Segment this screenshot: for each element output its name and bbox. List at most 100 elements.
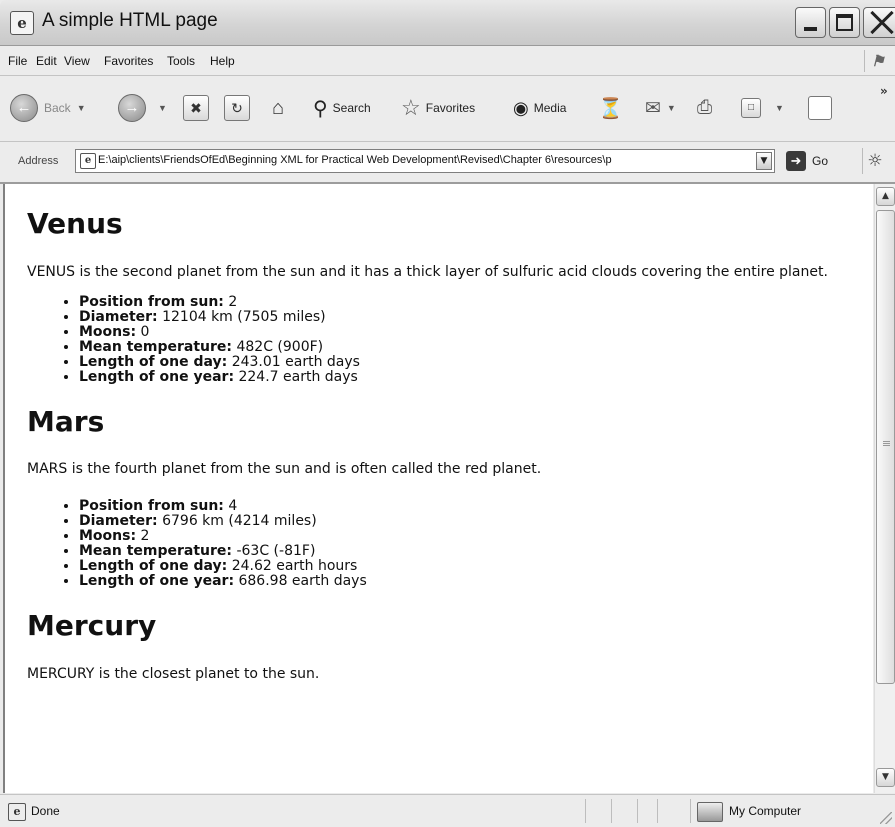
menu-view[interactable]: View bbox=[64, 54, 90, 68]
status-divider bbox=[611, 799, 612, 823]
facts-list-mars: Position from sun: 4 Diameter: 6796 km (… bbox=[27, 499, 867, 589]
description-venus: VENUS is the second planet from the sun … bbox=[27, 264, 828, 280]
home-icon: ⌂ bbox=[271, 97, 285, 119]
scroll-up-icon[interactable]: ▲ bbox=[876, 187, 895, 206]
menu-bar: File Edit View Favorites Tools Help ⚑ bbox=[0, 46, 895, 76]
list-item: Mean temperature: -63C (-81F) bbox=[79, 544, 867, 559]
toolbar: ← Back ▼ → ▼ ✖ ↻ ⌂ ⚲ Search ☆ Favorites … bbox=[0, 76, 895, 142]
stop-icon: ✖ bbox=[183, 95, 209, 121]
discuss-button[interactable] bbox=[808, 92, 832, 124]
title-bar: e A simple HTML page bbox=[0, 0, 895, 46]
refresh-button[interactable]: ↻ bbox=[224, 92, 250, 124]
heading-mercury: Mercury bbox=[27, 609, 157, 642]
fact-value: 0 bbox=[136, 324, 150, 340]
fact-value: 12104 km (7505 miles) bbox=[157, 309, 326, 325]
fact-label: Moons: bbox=[79, 528, 137, 544]
media-button[interactable]: ◉ Media bbox=[513, 92, 566, 124]
status-bar: e Done My Computer bbox=[0, 794, 895, 827]
edit-button[interactable]: □ ▼ bbox=[741, 92, 784, 124]
toolbar-overflow-icon[interactable]: » bbox=[880, 84, 888, 98]
home-button[interactable]: ⌂ bbox=[266, 92, 290, 124]
list-item: Diameter: 12104 km (7505 miles) bbox=[79, 310, 867, 325]
forward-arrow-icon: → bbox=[118, 94, 146, 122]
print-button[interactable]: ⎙ bbox=[697, 92, 712, 124]
go-arrow-icon: ➜ bbox=[786, 151, 806, 171]
list-item: Moons: 0 bbox=[79, 325, 867, 340]
forward-button[interactable]: → ▼ bbox=[118, 92, 167, 124]
list-item: Mean temperature: 482C (900F) bbox=[79, 340, 867, 355]
mail-button[interactable]: ✉ ▼ bbox=[645, 92, 676, 124]
history-button[interactable]: ⏳ bbox=[598, 92, 623, 124]
scrollbar-thumb[interactable] bbox=[876, 210, 895, 684]
fact-label: Mean temperature: bbox=[79, 339, 233, 355]
window-title: A simple HTML page bbox=[42, 10, 218, 31]
links-icon[interactable]: ☼ bbox=[862, 148, 887, 174]
edit-dropdown-icon[interactable]: ▼ bbox=[775, 103, 784, 113]
description-mars: MARS is the fourth planet from the sun a… bbox=[27, 461, 542, 477]
search-icon: ⚲ bbox=[313, 97, 328, 120]
fact-value: 2 bbox=[136, 528, 150, 544]
back-label: Back bbox=[44, 101, 71, 115]
heading-venus: Venus bbox=[27, 207, 123, 240]
ie-icon: e bbox=[10, 11, 34, 35]
address-input[interactable]: e E:\aip\clients\FriendsOfEd\Beginning X… bbox=[75, 149, 775, 173]
mail-dropdown-icon[interactable]: ▼ bbox=[667, 103, 676, 113]
resize-grip-icon[interactable] bbox=[880, 812, 892, 824]
status-divider bbox=[585, 799, 586, 823]
back-arrow-icon: ← bbox=[10, 94, 38, 122]
page-content: Venus VENUS is the second planet from th… bbox=[3, 184, 873, 793]
discuss-icon bbox=[808, 96, 832, 120]
back-button[interactable]: ← Back ▼ bbox=[10, 92, 86, 124]
list-item: Moons: 2 bbox=[79, 529, 867, 544]
status-text: Done bbox=[31, 804, 60, 818]
address-value: E:\aip\clients\FriendsOfEd\Beginning XML… bbox=[98, 154, 612, 166]
fact-label: Diameter: bbox=[79, 513, 158, 529]
media-label: Media bbox=[533, 101, 567, 115]
list-item: Position from sun: 4 bbox=[79, 499, 867, 514]
favorites-button[interactable]: ☆ Favorites bbox=[401, 92, 475, 124]
menu-favorites[interactable]: Favorites bbox=[104, 54, 153, 68]
go-label: Go bbox=[812, 154, 829, 168]
list-item: Position from sun: 2 bbox=[79, 295, 867, 310]
search-label: Search bbox=[332, 101, 371, 115]
minimize-button[interactable] bbox=[795, 7, 826, 38]
menu-file[interactable]: File bbox=[8, 54, 27, 68]
back-dropdown-icon[interactable]: ▼ bbox=[77, 103, 86, 113]
maximize-button[interactable] bbox=[829, 7, 860, 38]
forward-dropdown-icon[interactable]: ▼ bbox=[158, 103, 167, 113]
menu-tools[interactable]: Tools bbox=[167, 54, 195, 68]
print-icon: ⎙ bbox=[697, 97, 713, 118]
description-mercury: MERCURY is the closest planet to the sun… bbox=[27, 666, 320, 682]
menu-help[interactable]: Help bbox=[210, 54, 235, 68]
list-item: Diameter: 6796 km (4214 miles) bbox=[79, 514, 867, 529]
vertical-scrollbar[interactable]: ▲ ▼ bbox=[874, 184, 895, 793]
fact-value: 482C (900F) bbox=[232, 339, 324, 355]
close-button[interactable] bbox=[863, 7, 895, 38]
fact-value: 24.62 earth hours bbox=[227, 558, 358, 574]
fact-label: Position from sun: bbox=[79, 294, 224, 310]
edit-icon: □ bbox=[741, 98, 761, 118]
status-divider bbox=[637, 799, 638, 823]
status-divider bbox=[690, 799, 691, 823]
security-zone: My Computer bbox=[729, 804, 802, 818]
fact-label: Length of one day: bbox=[79, 354, 228, 370]
stop-button[interactable]: ✖ bbox=[183, 92, 209, 124]
menu-edit[interactable]: Edit bbox=[36, 54, 57, 68]
go-button[interactable]: ➜ Go bbox=[786, 151, 828, 171]
address-bar: Address e E:\aip\clients\FriendsOfEd\Beg… bbox=[0, 142, 895, 184]
fact-value: 224.7 earth days bbox=[234, 369, 358, 385]
history-icon: ⏳ bbox=[598, 97, 623, 120]
search-button[interactable]: ⚲ Search bbox=[313, 92, 371, 124]
address-dropdown-icon[interactable]: ▼ bbox=[756, 152, 772, 170]
browser-window: e A simple HTML page File Edit View Favo… bbox=[0, 0, 895, 827]
document-body: Venus VENUS is the second planet from th… bbox=[27, 184, 867, 683]
fact-label: Position from sun: bbox=[79, 498, 224, 514]
fact-label: Length of one year: bbox=[79, 369, 235, 385]
fact-label: Length of one day: bbox=[79, 558, 228, 574]
windows-logo-icon: ⚑ bbox=[864, 50, 891, 72]
fact-value: 4 bbox=[223, 498, 238, 514]
media-icon: ◉ bbox=[513, 97, 529, 118]
fact-value: 6796 km (4214 miles) bbox=[157, 513, 317, 529]
fact-label: Length of one year: bbox=[79, 573, 235, 589]
scroll-down-icon[interactable]: ▼ bbox=[876, 768, 895, 787]
